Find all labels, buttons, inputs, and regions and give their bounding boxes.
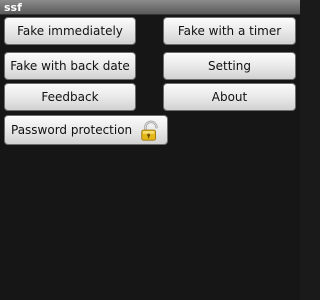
about-button[interactable]: About	[163, 83, 296, 111]
title-bar: ssf	[0, 0, 300, 15]
setting-button[interactable]: Setting	[163, 52, 296, 80]
password-protection-button[interactable]: Password protection	[4, 115, 168, 145]
fake-immediately-button[interactable]: Fake immediately	[4, 17, 136, 45]
feedback-button[interactable]: Feedback	[4, 83, 136, 111]
fake-with-back-date-button[interactable]: Fake with back date	[4, 52, 136, 80]
password-protection-label: Password protection	[11, 123, 133, 137]
app-title: ssf	[4, 1, 22, 14]
lock-icon	[141, 120, 158, 141]
main-content: Fake immediately Fake with a timer Fake …	[0, 15, 300, 300]
fake-with-timer-button[interactable]: Fake with a timer	[163, 17, 296, 45]
